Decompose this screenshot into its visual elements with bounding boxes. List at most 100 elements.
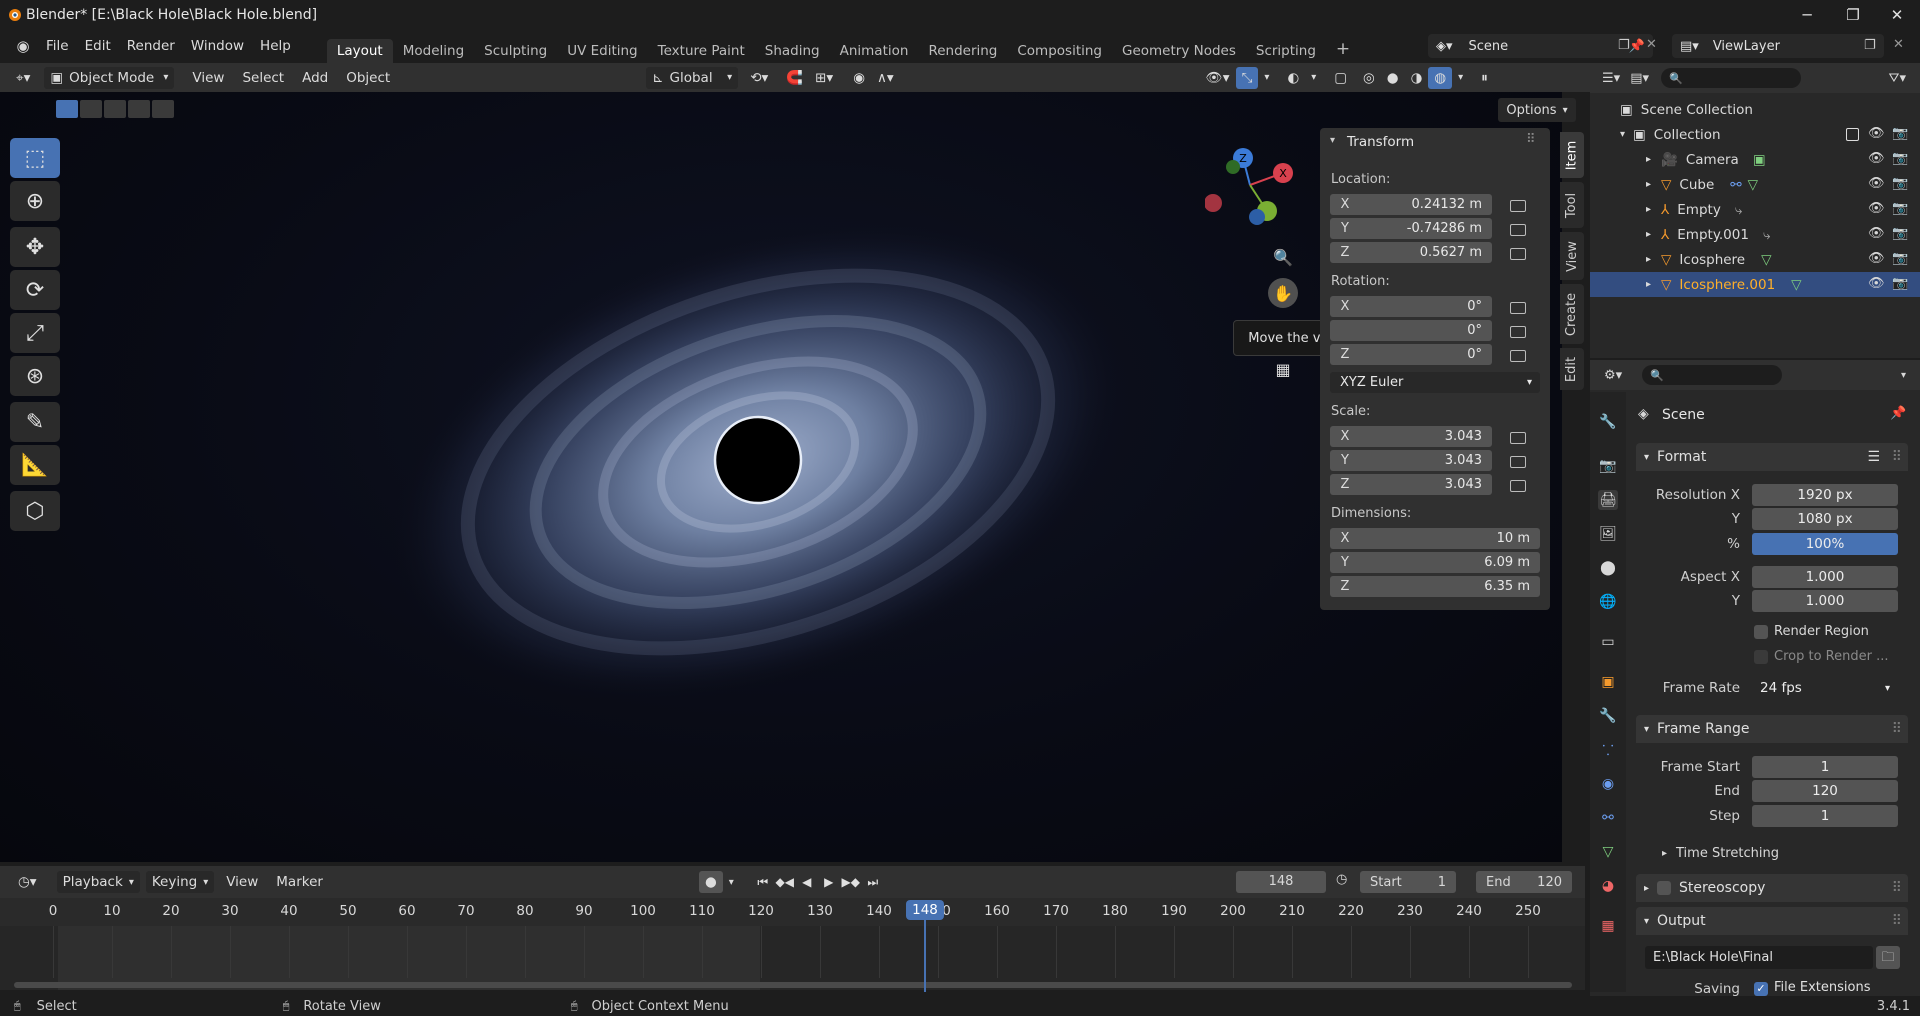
lock-icon[interactable] [1510, 248, 1526, 260]
eye-icon[interactable]: 👁 [1868, 127, 1885, 141]
pause-render-icon[interactable]: ⏸ [1475, 67, 1494, 89]
render-properties-icon[interactable]: 📷 [1598, 456, 1618, 476]
options-dropdown[interactable]: Options ▾ [1498, 98, 1576, 122]
world-properties-icon[interactable]: 🌐 [1598, 592, 1618, 612]
particles-properties-icon[interactable]: ⸪ [1598, 740, 1618, 760]
playback-menu[interactable]: Playback ▾ [56, 871, 140, 893]
remove-view-layer-icon[interactable]: ✕ [1893, 37, 1904, 52]
collection-row[interactable]: ▾ ▣ Collection 👁 📷 [1590, 122, 1920, 147]
outliner-item-empty[interactable]: ▸ ⅄ Empty ⤷ 👁 📷 [1590, 197, 1920, 222]
menu-window[interactable]: Window [183, 38, 252, 54]
annotate-tool-icon[interactable]: ✎ [10, 402, 60, 442]
stereoscopy-section-header[interactable]: ▸ Stereoscopy ⠿ [1636, 874, 1908, 902]
drag-handle-icon[interactable]: ⠿ [1892, 449, 1902, 465]
menu-edit[interactable]: Edit [77, 38, 119, 54]
camera-render-icon[interactable]: 📷 [1892, 202, 1908, 216]
camera-view-icon[interactable]: ▦ [1268, 354, 1298, 384]
menu-view[interactable]: View [186, 67, 230, 89]
lock-icon[interactable] [1510, 302, 1526, 314]
rotation-y-field[interactable]: 0° [1330, 320, 1492, 341]
playhead-label[interactable]: 148 [906, 900, 944, 920]
file-extensions-checkbox[interactable]: ✓ [1754, 982, 1768, 996]
camera-render-icon[interactable]: 📷 [1892, 152, 1908, 166]
aspect-y-field[interactable]: 1.000 [1752, 590, 1898, 612]
tab-scripting[interactable]: Scripting [1246, 39, 1326, 63]
tab-shading[interactable]: Shading [755, 39, 830, 63]
tab-tool[interactable]: Tool [1560, 182, 1584, 228]
select-box-tool-icon[interactable]: ⬚ [10, 138, 60, 178]
rendered-shading-icon[interactable]: ◍ [1428, 66, 1453, 89]
select-extend-icon[interactable] [80, 100, 102, 118]
rotation-mode-dropdown[interactable]: XYZ Euler ▾ [1330, 372, 1540, 393]
expand-icon[interactable]: ▸ [1646, 254, 1651, 265]
tool-settings-icon[interactable]: 🔧 [1598, 412, 1618, 432]
aspect-x-field[interactable]: 1.000 [1752, 566, 1898, 588]
tab-compositing[interactable]: Compositing [1007, 39, 1112, 63]
snap-icon[interactable]: 🧲 [780, 67, 809, 89]
jump-start-icon[interactable]: ⏮ [752, 871, 774, 893]
solid-shading-icon[interactable]: ● [1381, 67, 1405, 89]
rotation-z-field[interactable]: Z 0° [1330, 344, 1492, 365]
lock-icon[interactable] [1510, 432, 1526, 444]
collapse-chevron-icon[interactable]: ▾ [1330, 135, 1335, 146]
timeline-ruler[interactable]: 0102030405060708090100110120130140150160… [0, 898, 1585, 926]
expand-icon[interactable]: ▸ [1646, 154, 1651, 165]
format-section-header[interactable]: ▾ Format ☰ ⠿ [1636, 443, 1908, 471]
eye-icon[interactable]: 👁 [1868, 277, 1885, 291]
expand-icon[interactable]: ▸ [1662, 848, 1667, 859]
presets-icon[interactable]: ☰ [1867, 449, 1880, 465]
output-properties-icon[interactable]: 🖨 [1598, 490, 1618, 510]
camera-render-icon[interactable]: 📷 [1892, 277, 1908, 291]
material-properties-icon[interactable]: ◕ [1598, 876, 1618, 896]
lock-icon[interactable] [1510, 350, 1526, 362]
dimension-z-field[interactable]: Z 6.35 m [1330, 576, 1540, 597]
eye-icon[interactable]: 👁 [1868, 177, 1885, 191]
start-frame-field[interactable]: Start 1 [1360, 871, 1456, 893]
resolution-percent-field[interactable]: 100% [1752, 533, 1898, 555]
rotate-tool-icon[interactable]: ⟳ [10, 270, 60, 310]
scene-collection-row[interactable]: ▣ Scene Collection [1590, 97, 1920, 122]
xray-icon[interactable]: ▢ [1328, 67, 1353, 89]
navigation-gizmo[interactable]: Z X [1204, 145, 1295, 235]
material-shading-icon[interactable]: ◑ [1405, 67, 1429, 89]
lock-icon[interactable] [1510, 200, 1526, 212]
view-layer-selector[interactable]: ▤▾ ViewLayer [1672, 34, 1884, 58]
marker-menu[interactable]: Marker [270, 871, 329, 893]
minimize-button[interactable]: ─ [1784, 0, 1830, 29]
tab-layout[interactable]: Layout [326, 39, 393, 63]
output-section-header[interactable]: ▾ Output ⠿ [1636, 907, 1908, 935]
keying-set-dropdown-icon[interactable]: ▾ [723, 871, 740, 893]
texture-properties-icon[interactable]: ▦ [1598, 916, 1618, 936]
new-view-layer-icon[interactable]: ❐ [1864, 38, 1876, 53]
maximize-button[interactable]: ❐ [1830, 0, 1876, 29]
add-workspace-button[interactable]: + [1326, 35, 1360, 63]
transform-tool-icon[interactable]: ⊛ [10, 356, 60, 396]
gizmo-toggle-icon[interactable]: ⤡ [1235, 66, 1259, 89]
tab-item[interactable]: Item [1560, 132, 1584, 178]
dimension-x-field[interactable]: X 10 m [1330, 528, 1540, 549]
editor-type-icon[interactable]: ◷▾ [12, 871, 43, 893]
move-tool-icon[interactable]: ✥ [10, 227, 60, 267]
scene-properties-icon[interactable]: ⬤ [1598, 558, 1618, 578]
lock-icon[interactable] [1510, 456, 1526, 468]
resolution-x-field[interactable]: 1920 px [1752, 484, 1898, 506]
select-intersect-icon[interactable] [152, 100, 174, 118]
wireframe-shading-icon[interactable]: ◎ [1357, 67, 1381, 89]
scale-z-field[interactable]: Z 3.043 [1330, 474, 1492, 495]
pan-hand-icon[interactable]: ✋ [1268, 278, 1298, 308]
pin-icon[interactable]: 📌 [1890, 406, 1906, 421]
filter-icon[interactable]: ⛛▾ [1889, 71, 1906, 86]
tab-sculpting[interactable]: Sculpting [474, 39, 557, 63]
new-scene-icon[interactable]: ❐ [1618, 38, 1630, 53]
frame-start-field[interactable]: 1 [1752, 756, 1898, 778]
stereoscopy-checkbox[interactable] [1657, 881, 1672, 895]
jump-end-icon[interactable]: ⏭ [862, 871, 884, 893]
orientation-dropdown[interactable]: ⊾ Global ▾ [646, 66, 739, 89]
output-path-field[interactable]: E:\Black Hole\Final [1645, 946, 1873, 969]
mode-dropdown[interactable]: ▣ Object Mode ▾ [44, 66, 175, 89]
camera-render-icon[interactable]: 📷 [1892, 127, 1908, 141]
falloff-icon[interactable]: ∧▾ [871, 67, 900, 89]
drag-handle-icon[interactable]: ⠿ [1892, 913, 1902, 929]
tab-geometry-nodes[interactable]: Geometry Nodes [1112, 39, 1246, 63]
expand-icon[interactable]: ▸ [1646, 179, 1651, 190]
